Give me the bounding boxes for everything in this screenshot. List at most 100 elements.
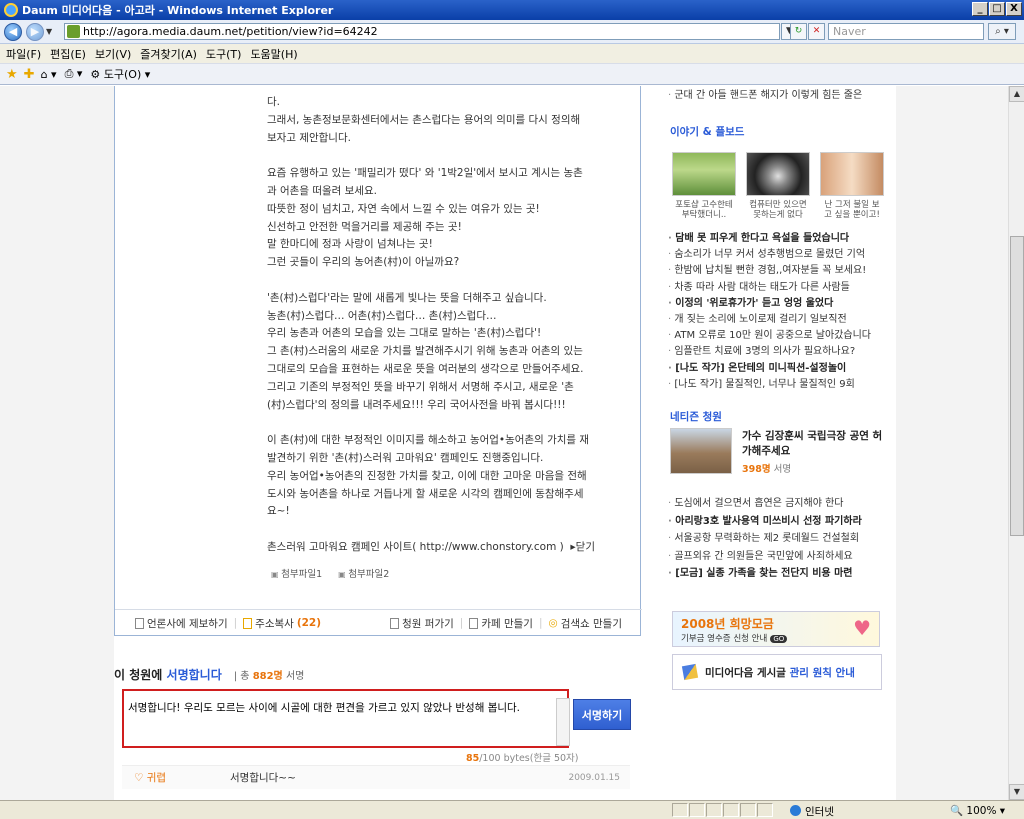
banner-character-icon: ♥	[853, 616, 871, 640]
print-icon[interactable]: ⎙ ▾	[65, 67, 83, 81]
story-link[interactable]: 한밤에 납치될 뻔한 경험,,여자분들 꼭 보세요!	[668, 263, 871, 279]
report-to-press-button[interactable]: 언론사에 제보하기	[135, 616, 228, 631]
forward-button[interactable]: ▶	[26, 22, 44, 41]
security-zone[interactable]: 인터넷	[790, 804, 834, 819]
donation-banner[interactable]: 2008년 희망모금 기부금 영수증 신청 안내 GO ♥	[672, 611, 880, 647]
petition-line: 과 어촌을 떠올려 보세요.	[267, 184, 377, 197]
pencil-icon	[681, 663, 699, 681]
petition-line: 요~!	[267, 505, 290, 518]
petition-line	[267, 272, 612, 290]
menu-help[interactable]: 도움말(H)	[250, 46, 297, 62]
netizen-feature-image[interactable]	[670, 428, 732, 474]
attachment-link[interactable]: 첨부파일2	[338, 566, 389, 580]
banner-go-button[interactable]: GO	[770, 635, 788, 643]
management-notice-link[interactable]: 미디어다음 게시글 관리 원칙 안내	[672, 654, 882, 690]
story-link[interactable]: [나도 작가] 물질적인, 너무나 물질적인 9회	[668, 377, 871, 393]
story-link[interactable]: 개 짖는 소리에 노이로제 걸리기 일보직전	[668, 312, 871, 328]
story-link[interactable]: 차종 따라 사람 대하는 태도가 다른 사람들	[668, 280, 871, 296]
sign-comment-textarea[interactable]: 서명합니다! 우리도 모르는 사이에 시골에 대한 편견을 가르고 있지 않았나…	[122, 689, 569, 748]
petition-line: 이 촌(村)에 대한 부정적인 이미지를 해소하고 농어업•농어촌의 가치를 재	[267, 434, 590, 447]
netizen-petition-link[interactable]: 아리랑3호 발사용역 미쓰비시 선정 파기하라	[668, 513, 861, 531]
sign-section-title: 이 청원에 서명합니다 | 총 882명 서명	[114, 668, 305, 682]
petition-line: 우리 농어업•농어촌의 진정한 가치를 찾고, 이에 대한 고마운 마음을 전해	[267, 469, 587, 482]
copy-address-button[interactable]: 주소복사 (22)	[243, 616, 321, 631]
favorites-star-icon[interactable]: ★	[6, 67, 18, 82]
copy-icon	[243, 617, 253, 629]
petition-line: 그런 곳들이 우리의 농어촌(村)이 아닐까요?	[267, 256, 460, 269]
petition-line: 우리 농촌과 어촌의 모습을 있는 그대로 말하는 '촌(村)스럽다'!	[267, 327, 542, 340]
attachments: 첨부파일1 첨부파일2	[271, 566, 389, 580]
scroll-down-button[interactable]: ▼	[1009, 784, 1024, 800]
add-favorite-icon[interactable]: ✚	[24, 67, 35, 82]
story-thumbnail[interactable]: 난 그저 불일 보고 싶을 뿐이고!	[820, 152, 884, 220]
story-link[interactable]: 임플란트 치료에 3명의 의사가 필요하나요?	[668, 344, 871, 360]
petition-line: '촌(村)스럽다'라는 말에 새롭게 빛나는 뜻을 더해주고 싶습니다.	[267, 291, 547, 304]
story-link[interactable]: 숨소리가 너무 커서 성추행범으로 몰렸던 기억	[668, 247, 871, 263]
petition-line	[267, 414, 612, 432]
sign-button[interactable]: 서명하기	[573, 699, 631, 730]
make-search-show-button[interactable]: ◎ 검색쇼 만들기	[549, 616, 622, 631]
search-show-icon: ◎	[548, 617, 558, 629]
petition-line: 말 한마디에 정과 사랑이 넘쳐나는 곳!	[267, 238, 433, 251]
make-cafe-button[interactable]: 카페 만들기	[469, 616, 533, 631]
search-button[interactable]: ⌕ ▾	[988, 23, 1016, 40]
search-input[interactable]: Naver	[828, 23, 984, 40]
story-link[interactable]: ATM 오류로 10만 원이 공중으로 날아갔습니다	[668, 328, 871, 344]
scroll-thumb[interactable]	[1010, 236, 1024, 536]
cafe-icon	[469, 617, 479, 629]
window-titlebar: Daum 미디어다음 - 아고라 - Windows Internet Expl…	[0, 0, 1024, 20]
menu-tools[interactable]: 도구(T)	[206, 46, 242, 62]
menu-view[interactable]: 보기(V)	[95, 46, 131, 62]
globe-icon	[790, 805, 801, 816]
close-window-button[interactable]: X	[1006, 2, 1022, 16]
url-text: http://agora.media.daum.net/petition/vie…	[83, 25, 378, 38]
page-scrollbar[interactable]: ▲ ▼	[1008, 86, 1024, 800]
clipboard-icon	[390, 617, 400, 629]
netizen-petition-link[interactable]: 골프외유 간 의원들은 국민앞에 사죄하세요	[668, 548, 862, 566]
attachment-link[interactable]: 첨부파일1	[271, 566, 322, 580]
top-story-link[interactable]: 군대 간 아들 핸드폰 해지가 이렇게 힘든 줄은	[668, 88, 862, 104]
netizen-feature[interactable]: 가수 김장훈씨 국립극장 공연 허가해주세요 398명 서명	[670, 428, 886, 476]
petition-line: 농촌(村)스럽다… 어촌(村)스럽다… 촌(村)스럽다…	[267, 309, 497, 322]
menu-favorites[interactable]: 즐겨찾기(A)	[140, 46, 197, 62]
netizen-section-title[interactable]: 네티즌 청원	[670, 409, 722, 424]
story-thumbnail[interactable]: 컴퓨터만 있으면 못하는게 없다	[746, 152, 810, 220]
netizen-petition-link[interactable]: 서울공항 무력화하는 제2 롯데월드 건설철회	[668, 530, 862, 548]
sign-textarea-scrollbar[interactable]	[556, 698, 570, 746]
story-list: 담배 못 피우게 한다고 욕설을 들었습니다숨소리가 너무 커서 성추행범으로 …	[668, 231, 871, 393]
maximize-button[interactable]: □	[989, 2, 1005, 16]
netizen-petition-link[interactable]: 도심에서 걸으면서 흡연은 금지해야 한다	[668, 495, 862, 513]
story-link[interactable]: [나도 작가] 온단테의 미니픽션-설정놀이	[668, 361, 871, 377]
scroll-up-button[interactable]: ▲	[1009, 86, 1024, 102]
menu-file[interactable]: 파일(F)	[6, 46, 41, 62]
sign-author[interactable]: ♡ 귀렵	[134, 770, 230, 785]
menu-edit[interactable]: 편집(E)	[50, 46, 86, 62]
petition-line: 그리고 기존의 부정적인 뜻을 바꾸기 위해서 서명해 주시고, 새로운 '촌	[267, 380, 574, 393]
tools-button[interactable]: ⚙ 도구(O) ▾	[90, 66, 150, 82]
story-link[interactable]: 이정의 '위로휴가가' 듣고 엉엉 울었다	[668, 296, 871, 312]
refresh-button[interactable]: ↻	[790, 23, 807, 40]
status-bar: 인터넷 🔍 100% ▾	[0, 800, 1024, 819]
petition-line: (村)스럽다'의 정의를 내려주세요!!! 우리 국어사전을 바꿔 봅시다!!!	[267, 398, 566, 411]
story-thumbnails: 포토샵 고수한테 부탁했더니.. 컴퓨터만 있으면 못하는게 없다 난 그저 불일 …	[672, 152, 884, 220]
minimize-button[interactable]: _	[972, 2, 988, 16]
netizen-feature-title[interactable]: 가수 김장훈씨 국립극장 공연 허가해주세요	[742, 429, 884, 458]
url-input[interactable]: http://agora.media.daum.net/petition/vie…	[64, 23, 780, 40]
stop-button[interactable]: ✕	[808, 23, 825, 40]
back-button[interactable]: ◀	[4, 22, 22, 41]
story-section-title[interactable]: 이야기 & 플보드	[670, 124, 744, 139]
zoom-level[interactable]: 🔍 100% ▾	[950, 804, 1005, 817]
petition-line: 따뜻한 정이 넘치고, 자연 속에서 느낄 수 있는 여유가 있는 곳!	[267, 202, 540, 215]
home-icon[interactable]: ⌂ ▾	[41, 68, 57, 81]
sign-entry-row: ♡ 귀렵 서명합니다~~ 2009.01.15	[122, 765, 630, 789]
spread-petition-button[interactable]: 청원 퍼가기	[390, 616, 454, 631]
petition-text: 다. 그래서, 농촌정보문화센터에서는 촌스럽다는 용어의 의미를 다시 정의해 보…	[267, 94, 612, 557]
menu-bar: 파일(F) 편집(E) 보기(V) 즐겨찾기(A) 도구(T) 도움말(H)	[0, 44, 1024, 63]
story-thumbnail[interactable]: 포토샵 고수한테 부탁했더니..	[672, 152, 736, 220]
petition-line: 다.	[267, 96, 280, 108]
story-link[interactable]: 담배 못 피우게 한다고 욕설을 들었습니다	[668, 231, 871, 247]
petition-line: 보자고 제안합니다.	[267, 131, 351, 144]
history-dropdown-icon[interactable]: ▼	[46, 27, 52, 36]
netizen-petition-link[interactable]: [모금] 실종 가족을 찾는 전단지 비용 마련	[668, 565, 862, 583]
page-content: 다. 그래서, 농촌정보문화센터에서는 촌스럽다는 용어의 의미를 다시 정의해 보…	[114, 86, 896, 800]
